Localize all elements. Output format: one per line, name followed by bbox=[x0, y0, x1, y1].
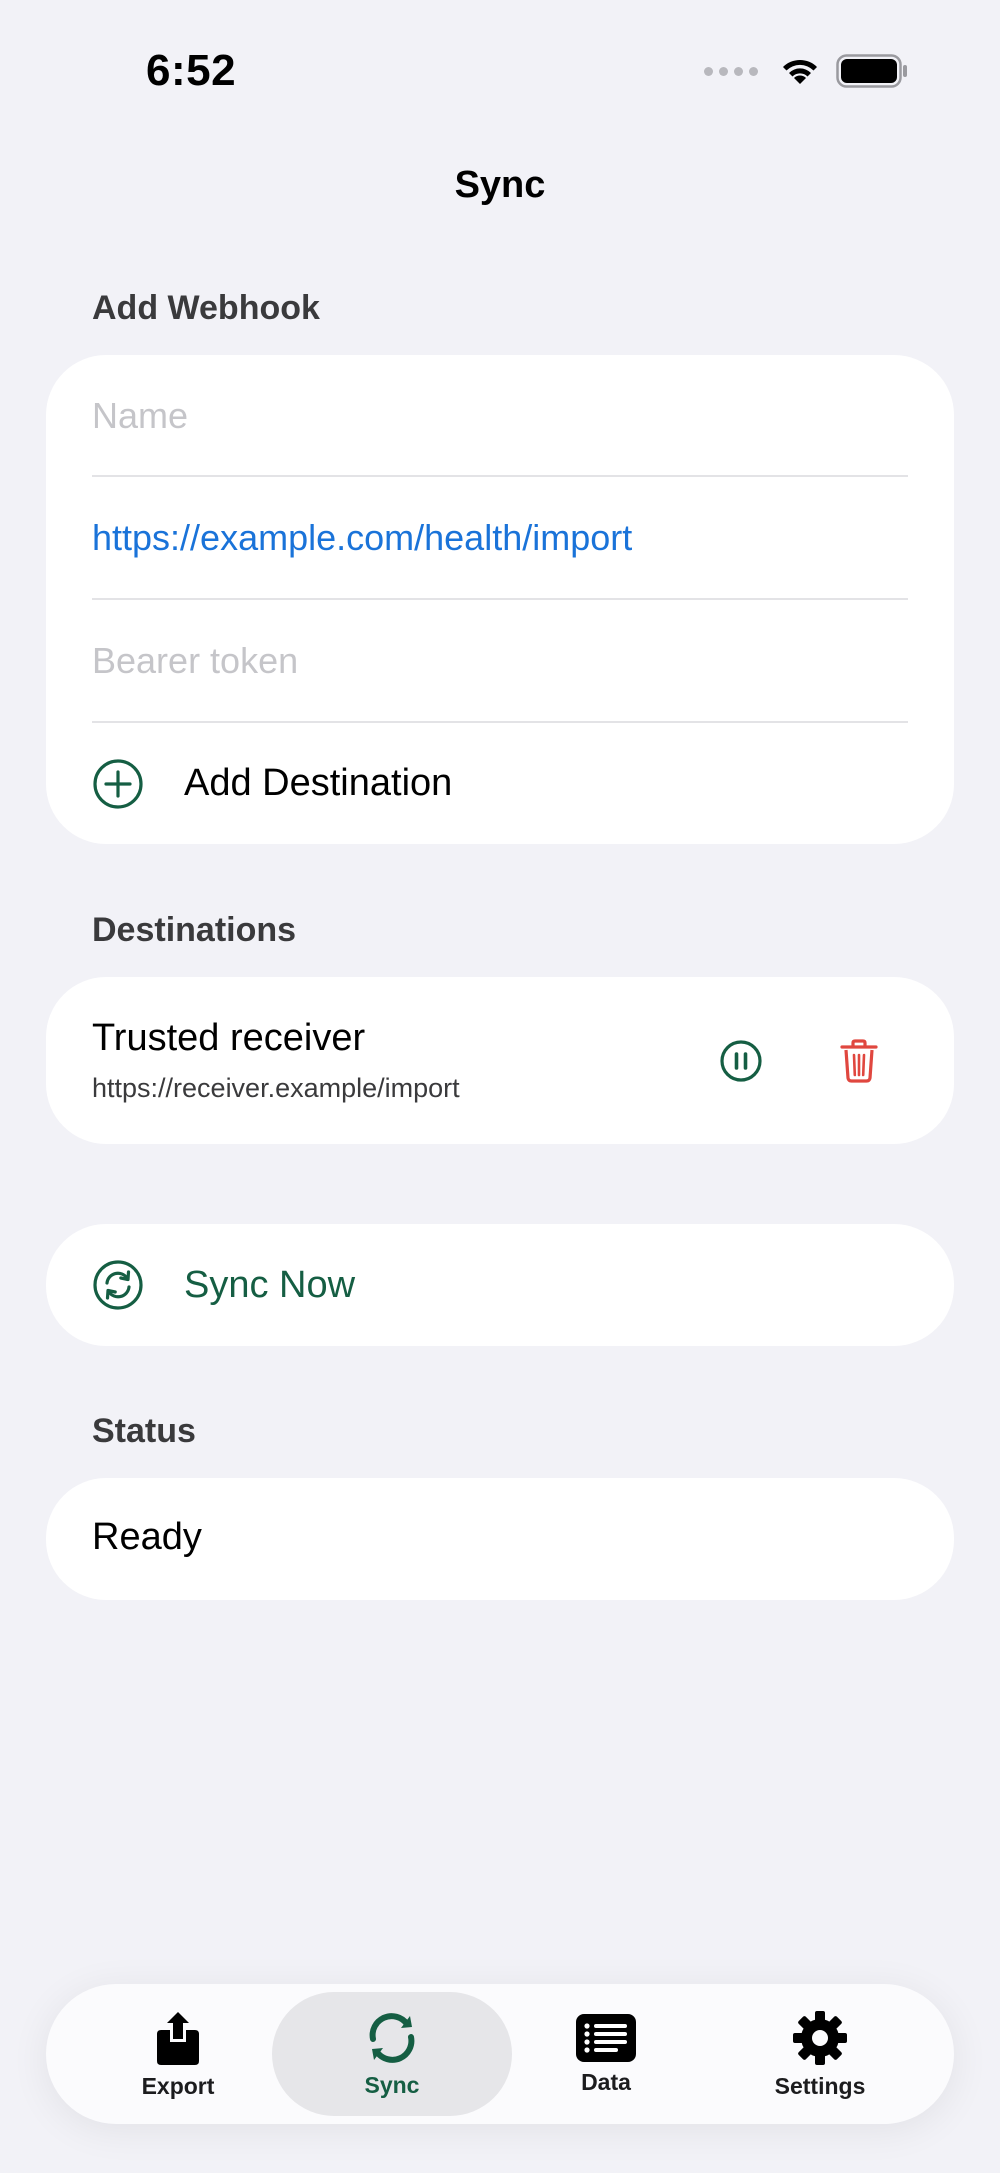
tab-bar: Export Sync Data Settings bbox=[46, 1984, 954, 2124]
trash-icon bbox=[840, 1039, 878, 1083]
name-input[interactable] bbox=[92, 395, 908, 437]
tab-settings[interactable]: Settings bbox=[700, 1992, 940, 2116]
tab-export[interactable]: Export bbox=[58, 1992, 298, 2116]
url-field-row bbox=[92, 477, 908, 599]
sync-circle-icon bbox=[92, 1259, 144, 1311]
sync-icon bbox=[369, 2012, 415, 2063]
sync-now-label: Sync Now bbox=[184, 1263, 356, 1306]
status-time: 6:52 bbox=[146, 46, 237, 95]
destination-name: Trusted receiver bbox=[92, 1017, 366, 1059]
battery-icon bbox=[836, 54, 907, 88]
plus-circle-icon bbox=[92, 758, 144, 810]
destination-url: https://receiver.example/import bbox=[92, 1073, 460, 1103]
url-input[interactable] bbox=[92, 517, 908, 559]
page-title: Sync bbox=[454, 164, 546, 206]
status-value: Ready bbox=[92, 1516, 202, 1558]
token-field-row bbox=[92, 600, 908, 722]
tab-label: Data bbox=[581, 2068, 631, 2095]
tab-label: Sync bbox=[364, 2071, 420, 2098]
add-destination-button[interactable]: Add Destination bbox=[92, 723, 908, 844]
tab-label: Settings bbox=[774, 2072, 866, 2099]
status-icons bbox=[704, 54, 908, 88]
wifi-icon bbox=[783, 59, 817, 84]
delete-destination-button[interactable] bbox=[829, 1031, 889, 1091]
list-icon bbox=[576, 2013, 636, 2062]
sync-now-button[interactable]: Sync Now bbox=[92, 1224, 908, 1346]
cellular-signal-icon bbox=[704, 66, 758, 76]
pause-destination-button[interactable] bbox=[711, 1031, 771, 1091]
pause-circle-icon bbox=[720, 1040, 762, 1082]
tab-sync[interactable]: Sync bbox=[272, 1992, 512, 2116]
tab-label: Export bbox=[141, 2072, 215, 2099]
sync-now-card: Sync Now bbox=[46, 1224, 954, 1346]
gear-icon bbox=[793, 2010, 847, 2065]
destinations-header: Destinations bbox=[92, 911, 297, 949]
share-icon bbox=[157, 2011, 199, 2065]
name-field-row bbox=[92, 355, 908, 477]
bearer-token-input[interactable] bbox=[92, 640, 908, 682]
status-header: Status bbox=[92, 1412, 196, 1450]
add-webhook-card: Add Destination bbox=[46, 355, 954, 844]
status-card: Ready bbox=[46, 1478, 954, 1600]
status-bar: 6:52 bbox=[0, 0, 1000, 140]
add-destination-label: Add Destination bbox=[184, 762, 453, 804]
tab-data[interactable]: Data bbox=[486, 1992, 726, 2116]
add-webhook-header: Add Webhook bbox=[92, 289, 320, 327]
destination-item: Trusted receiver https://receiver.exampl… bbox=[46, 977, 954, 1144]
